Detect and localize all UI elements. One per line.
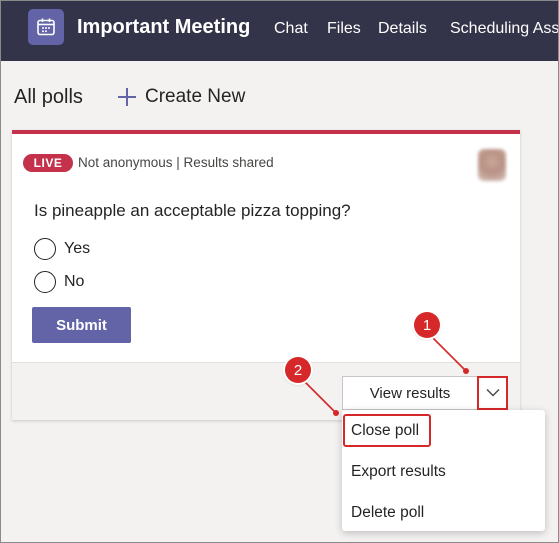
- callout-2-marker: 2: [285, 357, 311, 383]
- callout-leader-lines: [304, 336, 469, 416]
- callout-1-marker: 1: [414, 312, 440, 338]
